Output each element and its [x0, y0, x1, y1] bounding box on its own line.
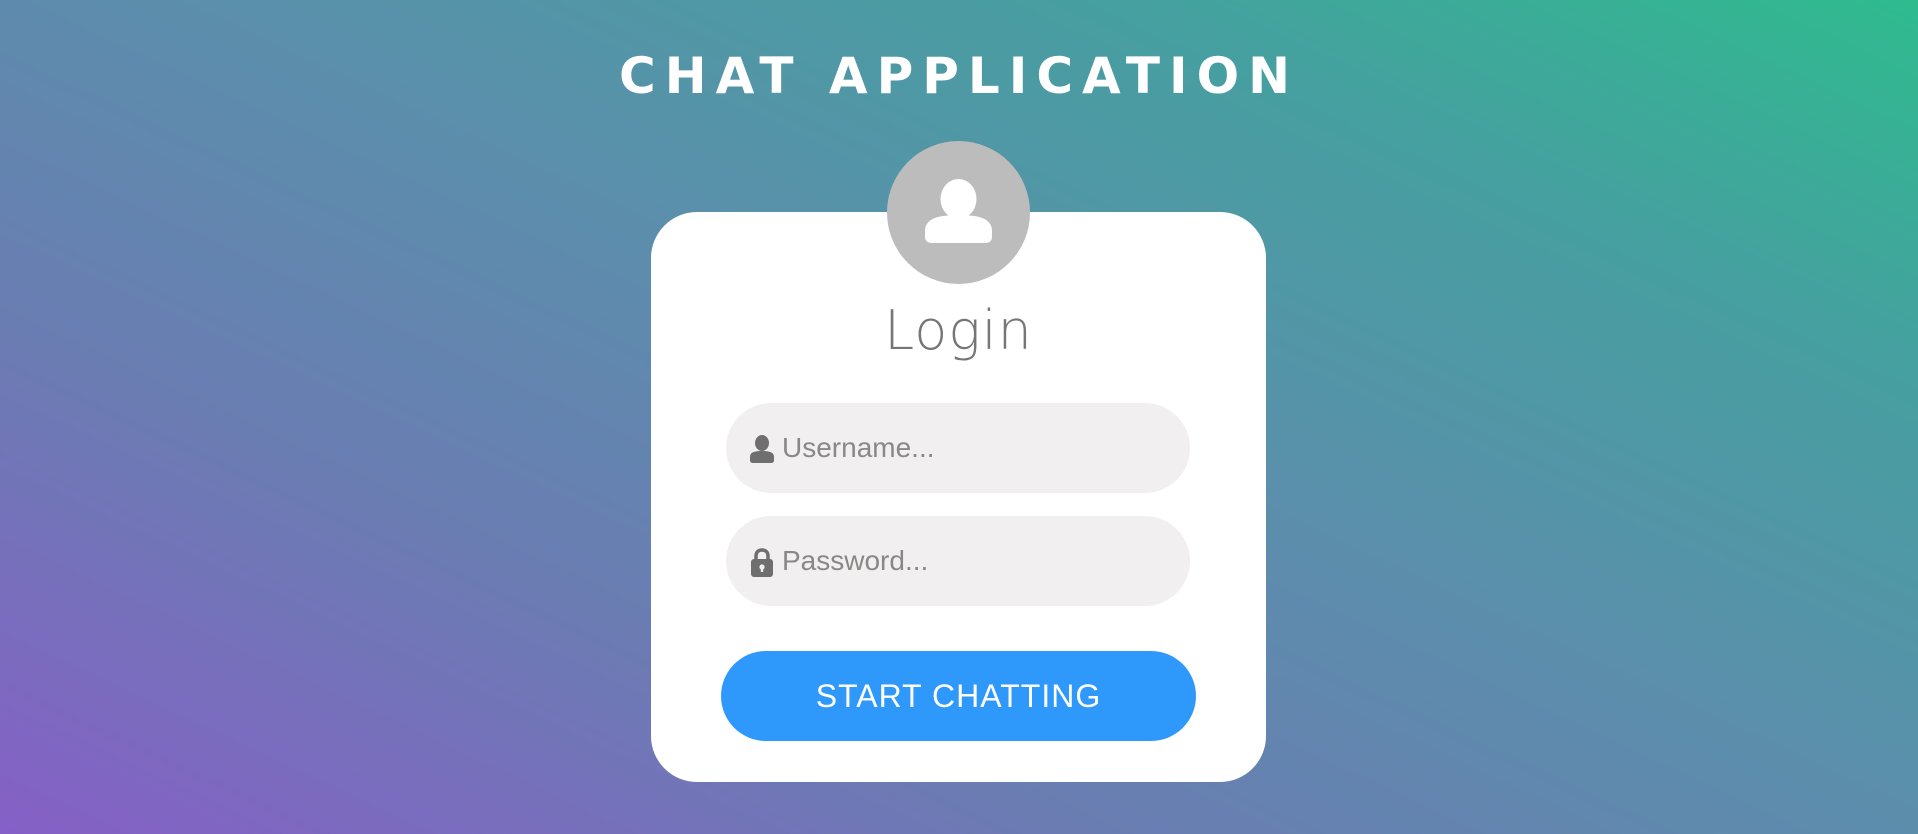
username-field[interactable]: [726, 403, 1190, 493]
avatar: [887, 141, 1030, 284]
user-icon: [925, 179, 992, 243]
start-chatting-button[interactable]: START CHATTING: [721, 651, 1196, 741]
lock-icon: [751, 548, 773, 577]
password-input[interactable]: [782, 516, 1162, 606]
user-icon: [750, 435, 774, 463]
login-heading: Login: [884, 299, 1033, 362]
password-field[interactable]: [726, 516, 1190, 606]
app-title: CHAT APPLICATION: [619, 47, 1299, 105]
username-input[interactable]: [782, 403, 1162, 493]
